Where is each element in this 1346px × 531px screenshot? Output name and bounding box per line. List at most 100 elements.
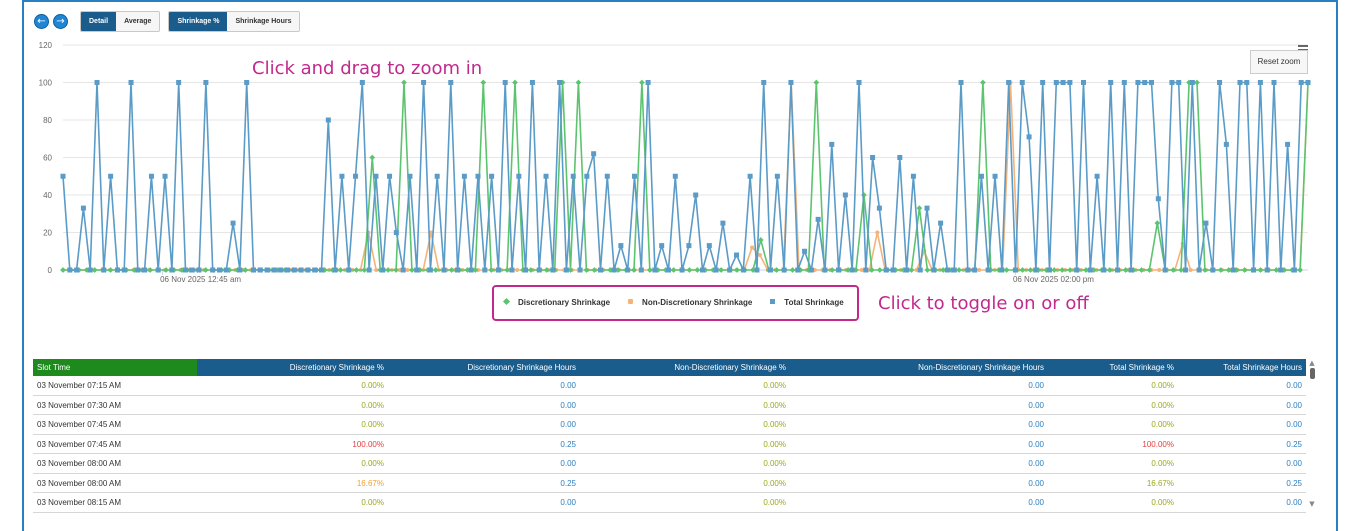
data-point-discretionary bbox=[1027, 267, 1034, 273]
data-point-discretionary bbox=[480, 79, 487, 86]
data-point-total bbox=[380, 267, 386, 273]
data-point-total bbox=[529, 80, 535, 85]
table-scrollbar[interactable]: ▲ ▼ bbox=[1307, 359, 1317, 519]
data-point-total bbox=[516, 173, 522, 179]
series-line-2 bbox=[62, 81, 1308, 273]
scroll-down-icon[interactable]: ▼ bbox=[1307, 500, 1317, 508]
column-header[interactable]: Non-Discretionary Shrinkage Hours bbox=[790, 359, 1048, 376]
data-point-total bbox=[332, 267, 338, 273]
zoom-hint: Click and drag to zoom in bbox=[252, 58, 483, 79]
column-header[interactable]: Discretionary Shrinkage Hours bbox=[388, 359, 580, 376]
table-row[interactable]: 03 November 08:00 AM 16.67% 0.25 0.00% 0.00 1… bbox=[33, 474, 1306, 493]
chart-legend: Discretionary Shrinkage Non-Discretionar… bbox=[500, 293, 858, 311]
table-cell: 0.00% bbox=[763, 439, 786, 449]
data-point-total bbox=[829, 141, 835, 147]
legend-item-non-discretionary[interactable]: Non-Discretionary Shrinkage bbox=[624, 298, 752, 307]
data-point-total bbox=[1101, 267, 1107, 273]
data-point-total bbox=[182, 267, 188, 273]
data-point-non-discretionary bbox=[757, 253, 762, 257]
data-point-total bbox=[250, 267, 256, 273]
table-cell: 0.00 bbox=[560, 498, 576, 507]
data-point-discretionary bbox=[385, 267, 391, 273]
table-row[interactable]: 03 November 07:45 AM 100.00% 0.25 0.00% 0.00… bbox=[33, 435, 1306, 454]
table-row[interactable]: 03 November 08:00 AM 0.00% 0.00 0.00% 0.00 0.… bbox=[33, 454, 1306, 474]
data-point-total bbox=[1162, 267, 1168, 273]
legend-item-discretionary[interactable]: Discretionary Shrinkage bbox=[500, 298, 610, 307]
shrinkage-line-chart[interactable]: 0 20 40 60 80 100 120 06 Nov 2025 12:45 am 06 No… bbox=[0, 0, 1346, 300]
table-row[interactable]: 03 November 08:15 AM 0.00% 0.00 0.00% 0.00 0.… bbox=[33, 493, 1306, 513]
table-cell: 03 November 07:45 AM bbox=[37, 420, 122, 429]
data-point-total bbox=[148, 173, 154, 179]
data-point-total bbox=[1053, 80, 1059, 85]
table-row[interactable]: 03 November 07:45 AM 0.00% 0.00 0.00% 0.00 0.… bbox=[33, 415, 1306, 435]
column-header[interactable]: Total Shrinkage % bbox=[1048, 359, 1178, 376]
data-point-total bbox=[1264, 267, 1270, 273]
table-cell: 03 November 08:15 AM bbox=[37, 498, 122, 507]
data-point-total bbox=[128, 80, 134, 85]
data-point-total bbox=[863, 267, 869, 273]
column-header[interactable]: Slot Time bbox=[33, 359, 197, 376]
data-point-total bbox=[802, 248, 808, 254]
legend-label: Total Shrinkage bbox=[784, 297, 844, 307]
data-point-total bbox=[693, 192, 699, 198]
data-point-non-discretionary bbox=[1188, 268, 1193, 272]
data-point-total bbox=[679, 267, 685, 273]
column-header[interactable]: Total Shrinkage Hours bbox=[1178, 359, 1306, 376]
legend-item-total[interactable]: Total Shrinkage bbox=[766, 297, 844, 307]
table-row[interactable]: 03 November 07:15 AM 0.00% 0.00 0.00% 0.00 0.… bbox=[33, 376, 1306, 396]
column-header[interactable]: Discretionary Shrinkage % bbox=[197, 359, 388, 376]
table-cell: 100.00% bbox=[1142, 439, 1174, 449]
data-point-total bbox=[482, 267, 488, 273]
y-tick-label: 40 bbox=[43, 191, 52, 200]
data-point-total bbox=[359, 80, 365, 85]
data-point-discretionary bbox=[789, 267, 796, 273]
data-point-total bbox=[67, 267, 73, 273]
data-point-total bbox=[142, 267, 148, 273]
data-point-total bbox=[904, 267, 910, 273]
table-cell: 0.00 bbox=[1028, 381, 1044, 390]
table-cell: 0.00% bbox=[1151, 381, 1174, 390]
data-point-total bbox=[1012, 267, 1018, 273]
data-point-total bbox=[291, 267, 297, 273]
data-point-total bbox=[1142, 80, 1148, 85]
data-point-total bbox=[1169, 80, 1175, 85]
scroll-thumb[interactable] bbox=[1309, 368, 1315, 379]
data-point-discretionary bbox=[1003, 267, 1010, 273]
data-point-total bbox=[652, 267, 658, 273]
data-point-discretionary bbox=[813, 79, 820, 86]
reset-zoom-button[interactable]: Reset zoom bbox=[1250, 50, 1308, 74]
data-point-total bbox=[951, 267, 957, 273]
data-point-total bbox=[781, 267, 787, 273]
data-point-total bbox=[393, 230, 399, 235]
data-point-total bbox=[720, 220, 726, 226]
data-point-discretionary bbox=[91, 267, 98, 273]
data-point-discretionary bbox=[734, 267, 740, 273]
data-point-discretionary bbox=[353, 267, 360, 273]
data-point-total bbox=[1060, 80, 1066, 85]
data-point-discretionary bbox=[1122, 267, 1129, 273]
data-point-total bbox=[475, 173, 481, 179]
data-point-total bbox=[353, 173, 359, 179]
data-point-discretionary bbox=[583, 267, 590, 273]
data-point-total bbox=[618, 243, 624, 249]
data-point-total bbox=[686, 243, 692, 249]
data-point-discretionary bbox=[646, 267, 653, 273]
data-point-discretionary bbox=[1051, 267, 1058, 273]
data-point-total bbox=[1196, 267, 1202, 273]
column-header[interactable]: Non-Discretionary Shrinkage % bbox=[580, 359, 790, 376]
data-point-total bbox=[502, 80, 508, 85]
table-cell: 0.00% bbox=[1151, 459, 1174, 468]
data-point-total bbox=[931, 267, 937, 273]
table-cell: 0.00% bbox=[1151, 400, 1174, 410]
scroll-up-icon[interactable]: ▲ bbox=[1307, 359, 1317, 367]
data-point-total bbox=[1203, 220, 1209, 226]
data-point-total bbox=[659, 243, 665, 249]
data-point-discretionary bbox=[488, 267, 495, 273]
data-point-total bbox=[407, 173, 413, 179]
data-point-total bbox=[203, 80, 209, 85]
data-point-total bbox=[319, 267, 325, 273]
table-row[interactable]: 03 November 07:30 AM 0.00% 0.00 0.00% 0.00 0.… bbox=[33, 396, 1306, 415]
table-cell: 0.00% bbox=[763, 459, 786, 468]
data-point-discretionary bbox=[401, 79, 407, 86]
data-point-total bbox=[808, 267, 814, 273]
